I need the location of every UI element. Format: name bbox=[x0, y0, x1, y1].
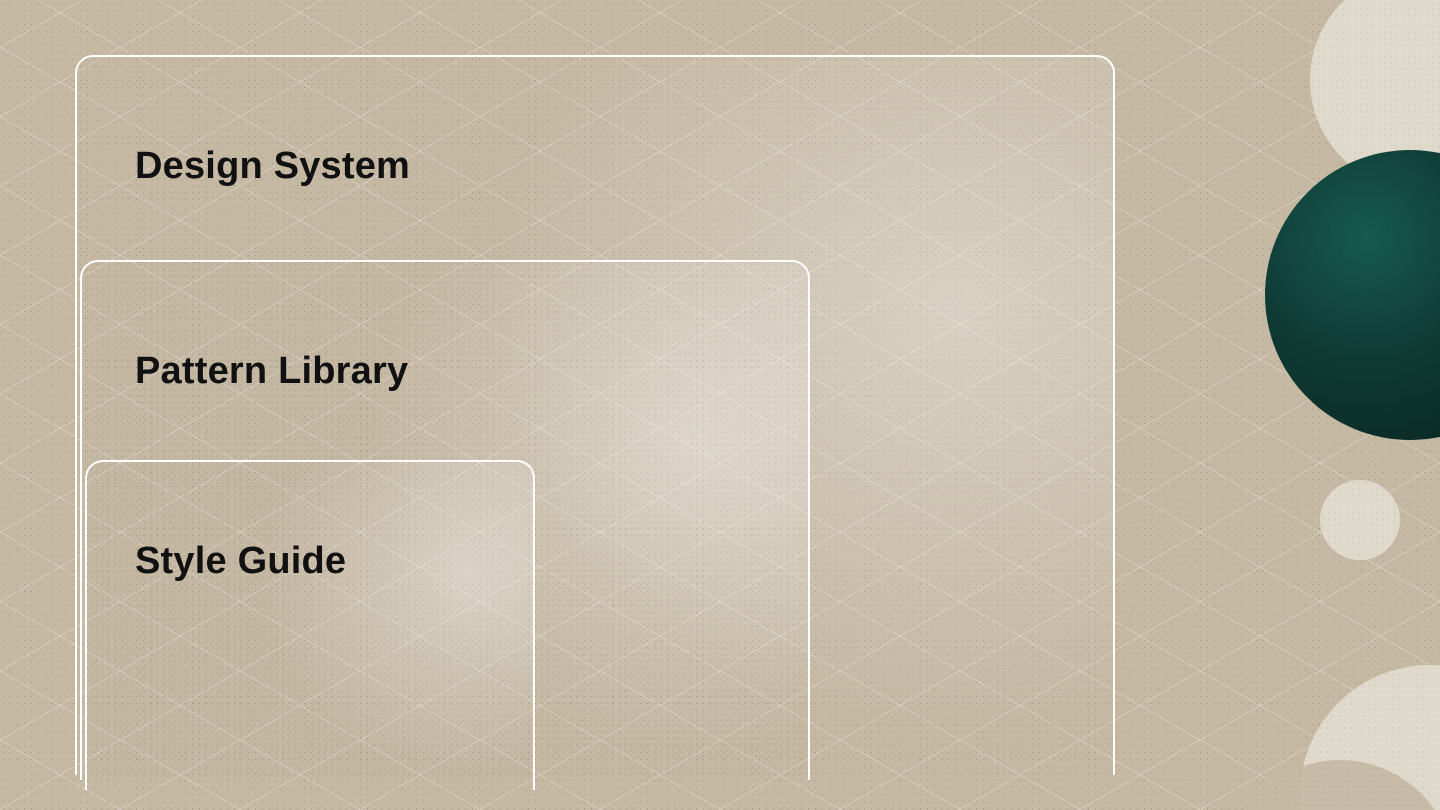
label-style-guide: Style Guide bbox=[135, 540, 346, 583]
decor-circle-teal bbox=[1265, 150, 1440, 440]
noise-texture bbox=[87, 462, 533, 790]
diagram-stage: Design System Pattern Library Style Guid… bbox=[0, 0, 1440, 810]
sheen bbox=[87, 462, 533, 790]
label-pattern-library: Pattern Library bbox=[135, 350, 408, 393]
noise-texture bbox=[1320, 480, 1400, 560]
decor-circle-small bbox=[1320, 480, 1400, 560]
box-style-guide bbox=[85, 460, 535, 790]
label-design-system: Design System bbox=[135, 145, 410, 188]
noise-texture bbox=[1265, 150, 1440, 440]
